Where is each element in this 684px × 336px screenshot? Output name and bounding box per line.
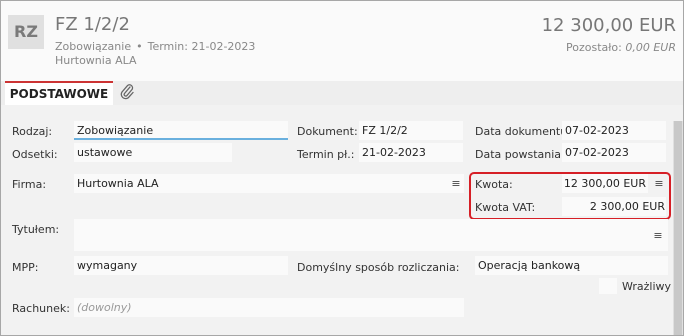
rachunek-label: Rachunek: (12, 302, 70, 315)
document-kind: Zobowiązanie (55, 40, 132, 53)
firma-menu-icon[interactable]: ≡ (451, 177, 461, 190)
document-subtitle: Zobowiązanie • Termin: 21-02-2023 (55, 40, 255, 53)
document-header: RZ FZ 1/2/2 Zobowiązanie • Termin: 21-02-2… (1, 1, 683, 81)
sposob-rozliczania-label: Domyślny sposób rozliczania: (297, 261, 460, 274)
odsetki-label: Odsetki: (12, 148, 58, 161)
document-type-badge: RZ (8, 15, 44, 49)
tytulem-menu-icon[interactable]: ≡ (653, 229, 663, 242)
wrazliwy-label: Wrażliwy (622, 280, 672, 293)
data-dokumentu-field[interactable]: 07-02-2023 (562, 121, 666, 140)
remaining-value: 0,00 EUR (625, 41, 676, 54)
dokument-field[interactable]: FZ 1/2/2 (359, 121, 463, 140)
termin-field[interactable]: 21-02-2023 (359, 143, 463, 162)
sposob-rozliczania-field[interactable]: Operacją bankową (475, 256, 668, 275)
termin-label: Termin pł.: (297, 148, 355, 161)
wrazliwy-checkbox[interactable] (599, 278, 617, 294)
data-powstania-field[interactable]: 07-02-2023 (562, 143, 666, 162)
document-window: RZ FZ 1/2/2 Zobowiązanie • Termin: 21-02-2… (0, 0, 684, 336)
mpp-label: MPP: (12, 261, 39, 274)
basic-form: Rodzaj: Zobowiązanie Dokument: FZ 1/2/2 … (1, 105, 683, 335)
tab-podstawowe[interactable]: PODSTAWOWE (5, 81, 113, 105)
data-dokumentu-label: Data dokumentu: (475, 125, 571, 138)
firma-field[interactable]: Hurtownia ALA (74, 174, 464, 193)
document-amount: 12 300,00 EUR (541, 15, 676, 36)
rachunek-field[interactable]: (dowolny) (74, 298, 464, 317)
tytulem-field[interactable] (74, 219, 668, 251)
tytulem-label: Tytułem: (12, 223, 60, 236)
tab-bar: PODSTAWOWE (1, 81, 683, 105)
firma-label: Firma: (12, 178, 47, 191)
rodzaj-field[interactable]: Zobowiązanie (74, 121, 288, 140)
counterparty-name: Hurtownia ALA (55, 54, 137, 67)
data-powstania-label: Data powstania: (475, 148, 565, 161)
vertical-scrollbar[interactable] (673, 121, 683, 335)
remaining-label: Pozostało: (566, 41, 622, 54)
rodzaj-label: Rodzaj: (12, 125, 53, 138)
odsetki-field[interactable]: ustawowe (74, 143, 232, 162)
amount-highlight-box (469, 172, 671, 220)
payment-term: Termin: 21-02-2023 (147, 40, 256, 53)
separator-dot: • (136, 40, 143, 53)
document-title: FZ 1/2/2 (55, 14, 130, 35)
paperclip-icon[interactable] (119, 83, 135, 101)
mpp-field[interactable]: wymagany (74, 256, 288, 275)
remaining-amount: Pozostało: 0,00 EUR (566, 41, 676, 54)
dokument-label: Dokument: (297, 125, 358, 138)
scrollbar-thumb[interactable] (674, 121, 682, 335)
